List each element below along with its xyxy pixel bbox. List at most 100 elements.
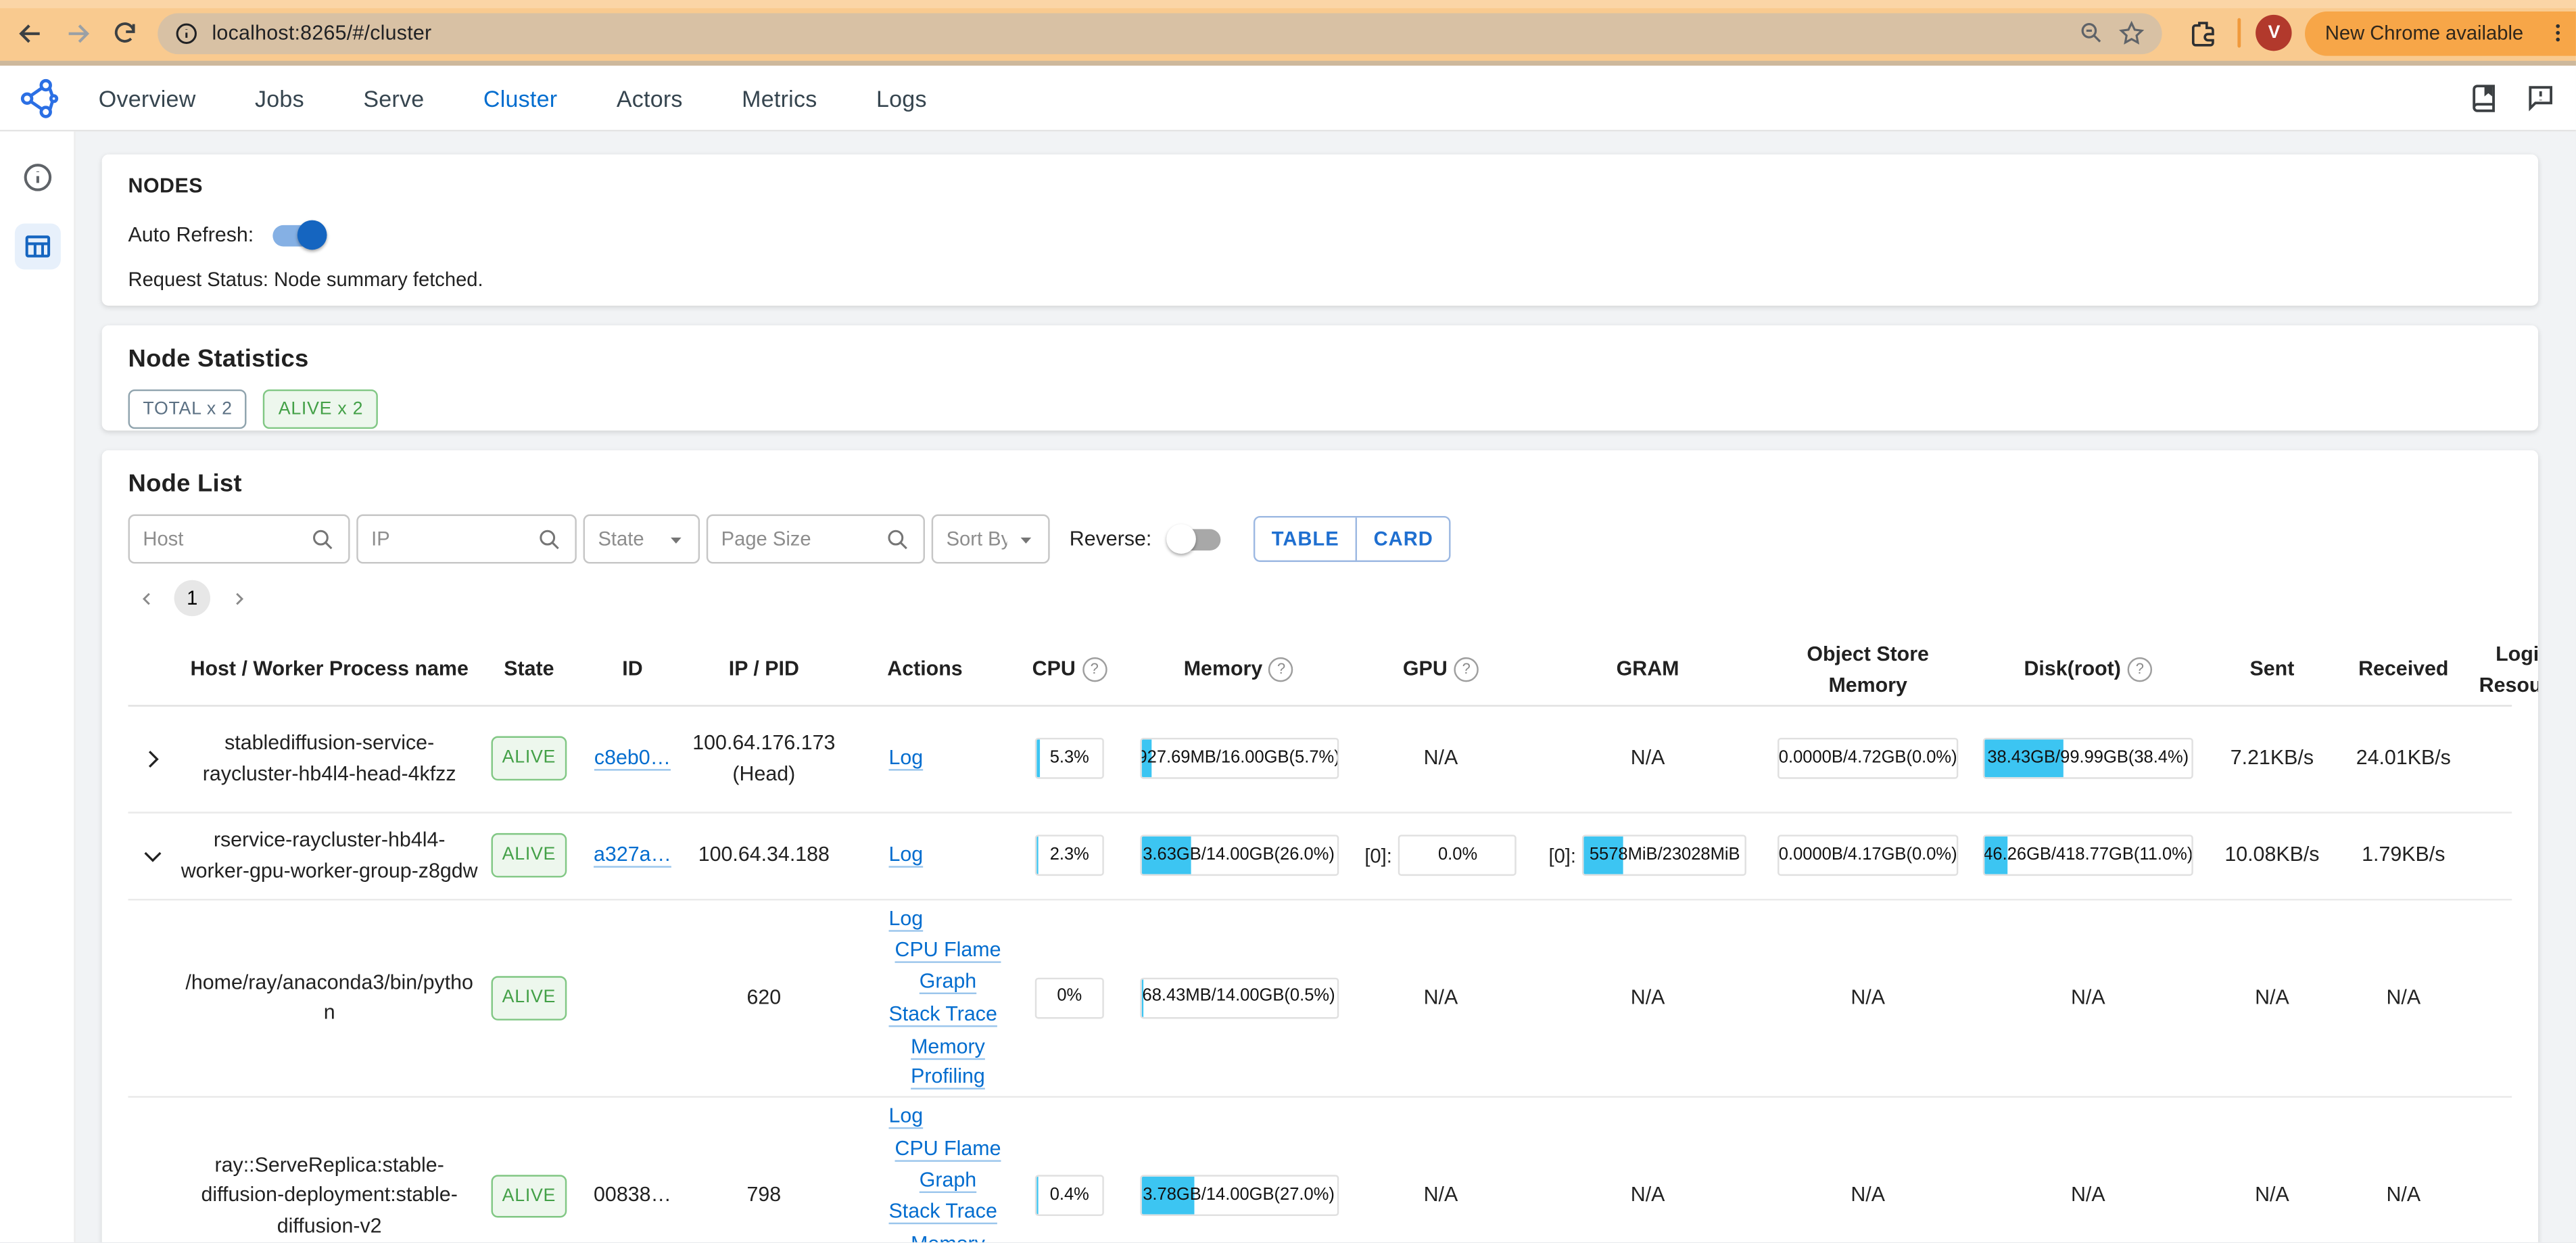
- collapse-row-icon[interactable]: [140, 842, 166, 868]
- bookmark-star-icon[interactable]: [2118, 19, 2146, 47]
- gpu-cell: N/A: [1423, 1183, 1458, 1207]
- logical-resources-cell: [2466, 995, 2538, 1002]
- reverse-label: Reverse:: [1069, 527, 1152, 550]
- docs-book-icon[interactable]: [2468, 82, 2499, 113]
- table-view-button[interactable]: TABLE: [1255, 517, 1356, 561]
- site-info-icon[interactable]: [174, 20, 199, 45]
- extensions-icon[interactable]: [2189, 18, 2218, 48]
- gpu-cell: [0]: 0.0%: [1349, 831, 1533, 878]
- action-link-memory-profiling[interactable]: Memory Profiling: [889, 1031, 1007, 1093]
- object-store-cell: 0.0000B/4.72GB(0.0%): [1763, 734, 1973, 782]
- action-link-log[interactable]: Log: [889, 840, 924, 871]
- next-page-icon[interactable]: [220, 580, 256, 616]
- forward-icon[interactable]: [64, 19, 92, 47]
- page-size-input[interactable]: Page Size: [706, 514, 925, 564]
- state-cell: ALIVE: [481, 830, 577, 881]
- browser-menu-icon[interactable]: [2546, 20, 2569, 46]
- gram-cell: N/A: [1630, 746, 1665, 770]
- card-view-button[interactable]: CARD: [1355, 517, 1450, 561]
- state-badge: ALIVE: [490, 833, 568, 877]
- actions-cell: Log: [840, 837, 1011, 874]
- action-link-cpu-flame-graph[interactable]: CPU Flame Graph: [889, 935, 1007, 997]
- view-toggle-group: TABLE CARD: [1254, 515, 1452, 562]
- expander-cell: [128, 1192, 178, 1199]
- object-store-cell: 0.0000B/4.17GB(0.0%): [1763, 831, 1973, 878]
- usage-bar: 38.43GB/99.99GB(38.4%): [1982, 737, 2193, 779]
- reverse-toggle[interactable]: [1166, 523, 1221, 553]
- action-link-log[interactable]: Log: [889, 903, 924, 934]
- gpu-cell: N/A: [1423, 746, 1458, 770]
- column-header: IP / PID: [728, 657, 799, 681]
- sort-by-select[interactable]: Sort By: [931, 514, 1050, 564]
- cpu-cell: 5.3%: [1010, 734, 1128, 782]
- column-header: Object Store Memory: [1807, 642, 1929, 697]
- state-select[interactable]: State: [583, 514, 700, 564]
- memory-cell: 68.43MB/14.00GB(0.5%): [1128, 974, 1349, 1021]
- toolbar-divider: [2238, 18, 2241, 48]
- gram-cell: N/A: [1630, 1183, 1665, 1207]
- profile-avatar[interactable]: V: [2256, 14, 2293, 51]
- stat-chip-alive[interactable]: ALIVE x 2: [263, 389, 379, 429]
- tab-logs[interactable]: Logs: [876, 85, 927, 111]
- state-badge: ALIVE: [490, 1174, 568, 1218]
- auto-refresh-toggle[interactable]: [273, 219, 328, 250]
- action-link-stack-trace[interactable]: Stack Trace: [889, 1197, 997, 1228]
- tab-metrics[interactable]: Metrics: [742, 85, 817, 111]
- zoom-out-icon[interactable]: [2078, 20, 2105, 46]
- node-statistics-title: Node Statistics: [128, 345, 309, 373]
- expander-cell: [128, 995, 178, 1002]
- node-id-text: 00838…: [594, 1183, 671, 1207]
- tab-serve[interactable]: Serve: [363, 85, 424, 111]
- logical-resources-cell: [2466, 852, 2538, 859]
- chevron-down-icon: [671, 536, 682, 543]
- node-id-cell: [577, 995, 688, 1002]
- tab-jobs[interactable]: Jobs: [255, 85, 304, 111]
- table-row: ray::ServeReplica:stable-diffusion-deplo…: [128, 1098, 2512, 1242]
- column-header: GRAM: [1616, 657, 1679, 681]
- usage-bar: 0.0000B/4.72GB(0.0%): [1778, 737, 1959, 779]
- received-cell: 24.01KB/s: [2356, 746, 2451, 770]
- tab-actors[interactable]: Actors: [617, 85, 683, 111]
- chevron-down-icon: [1020, 536, 1032, 543]
- reload-icon[interactable]: [112, 20, 138, 46]
- ip-filter-input[interactable]: IP: [356, 514, 577, 564]
- memory-cell: 3.78GB/14.00GB(27.0%): [1128, 1172, 1349, 1219]
- action-link-stack-trace[interactable]: Stack Trace: [889, 999, 997, 1030]
- expander-header-cell: [128, 667, 178, 674]
- tab-overview[interactable]: Overview: [99, 85, 196, 111]
- sent-cell: N/A: [2255, 985, 2289, 1009]
- ray-logo-icon[interactable]: [16, 76, 59, 119]
- column-header: ID: [622, 657, 643, 681]
- usage-bar: 927.69MB/16.00GB(5.7%): [1139, 737, 1339, 779]
- logical-resources-cell: [2466, 755, 2538, 761]
- object-store-cell: N/A: [1851, 1183, 1886, 1207]
- address-bar[interactable]: localhost:8265/#/cluster: [158, 12, 2163, 53]
- expand-row-icon[interactable]: [140, 745, 166, 772]
- stat-chip-total[interactable]: TOTAL x 2: [128, 389, 247, 429]
- column-header: Host / Worker Process name: [190, 657, 469, 681]
- column-header: Received: [2358, 657, 2449, 681]
- update-chrome-button[interactable]: New Chrome available: [2305, 10, 2576, 55]
- back-icon[interactable]: [16, 19, 44, 47]
- action-link-log[interactable]: Log: [889, 743, 924, 774]
- cpu-cell: 2.3%: [1010, 831, 1128, 878]
- main-content: NODES Auto Refresh: Request Status: Node…: [76, 131, 2576, 1242]
- page-number[interactable]: 1: [174, 580, 211, 617]
- usage-bar: 0.4%: [1034, 1175, 1104, 1217]
- action-link-log[interactable]: Log: [889, 1101, 924, 1132]
- prev-page-icon[interactable]: [128, 580, 164, 616]
- action-link-cpu-flame-graph[interactable]: CPU Flame Graph: [889, 1133, 1007, 1195]
- column-header: Actions: [887, 657, 963, 681]
- table-view-icon[interactable]: [14, 223, 60, 270]
- node-id-link[interactable]: c8eb0…: [594, 743, 671, 774]
- feedback-icon[interactable]: [2525, 82, 2556, 113]
- node-id-link[interactable]: a327a…: [594, 840, 671, 871]
- tab-cluster[interactable]: Cluster: [483, 85, 557, 111]
- node-list-title: Node List: [128, 469, 242, 498]
- browser-nav-buttons: [16, 19, 138, 47]
- help-icon: ?: [1268, 657, 1294, 682]
- info-icon[interactable]: [14, 154, 60, 200]
- action-link-memory-profiling[interactable]: Memory Profiling: [889, 1229, 1007, 1242]
- host-filter-input[interactable]: Host: [128, 514, 350, 564]
- ip-pid-cell: 100.64.176.173 (Head): [692, 730, 836, 785]
